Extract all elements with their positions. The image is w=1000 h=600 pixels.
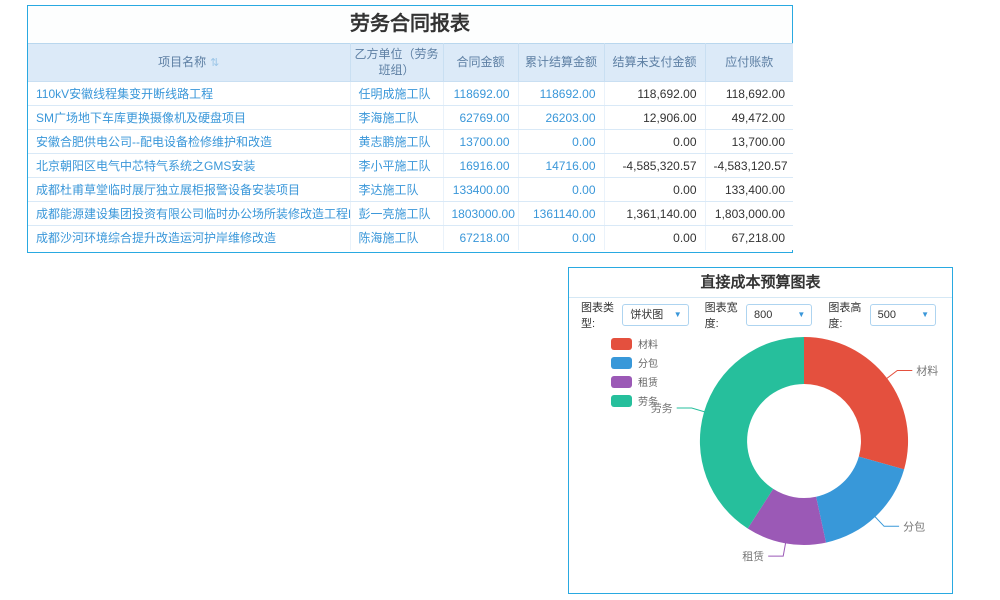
column-header-label: 项目名称 <box>158 55 206 69</box>
cell-settled-amount: 14716.00 <box>518 154 604 178</box>
table-row: 成都能源建设集团投资有限公司临时办公场所装修改造工程EPC彭一亮施工队18030… <box>28 202 793 226</box>
cell-payable: 49,472.00 <box>705 106 793 130</box>
legend-item[interactable]: 租赁 <box>611 372 658 391</box>
cell-contract-amount: 13700.00 <box>443 130 518 154</box>
legend-label: 租赁 <box>638 374 658 389</box>
pie-label-line <box>886 371 912 379</box>
cell-contractor: 李小平施工队 <box>350 154 443 178</box>
cell-contract-amount: 62769.00 <box>443 106 518 130</box>
cell-payable: -4,583,120.57 <box>705 154 793 178</box>
pie-label-line <box>768 542 786 556</box>
report-table-body: 110kV安徽线程集变开断线路工程任明成施工队118692.00118692.0… <box>28 82 793 250</box>
donut-chart: 材料分包租赁劳务 <box>569 268 954 563</box>
legend-label: 劳务 <box>638 393 658 408</box>
cell-contract-amount: 118692.00 <box>443 82 518 106</box>
cell-contract-amount: 1803000.00 <box>443 202 518 226</box>
legend-item[interactable]: 劳务 <box>611 391 658 410</box>
cell-payable: 1,803,000.00 <box>705 202 793 226</box>
report-title: 劳务合同报表 <box>28 6 792 43</box>
pie-label-line <box>677 408 706 412</box>
cell-project-name[interactable]: 成都能源建设集团投资有限公司临时办公场所装修改造工程EPC <box>28 202 350 226</box>
legend-swatch <box>611 357 632 369</box>
pie-label: 分包 <box>903 520 925 533</box>
cell-project-name[interactable]: SM广场地下车库更换摄像机及硬盘项目 <box>28 106 350 130</box>
column-header-payable: 应付账款 <box>705 44 793 82</box>
cell-settled-amount: 118692.00 <box>518 82 604 106</box>
cell-unpaid-amount: 0.00 <box>604 130 705 154</box>
sort-icon[interactable]: ⇅ <box>210 57 219 69</box>
cell-payable: 67,218.00 <box>705 226 793 250</box>
legend-item[interactable]: 材料 <box>611 334 658 353</box>
pie-label: 材料 <box>916 364 938 378</box>
table-row: 成都杜甫草堂临时展厅独立展柜报警设备安装项目李达施工队133400.000.00… <box>28 178 793 202</box>
table-row: 安徽合肥供电公司--配电设备检修维护和改造黄志鹏施工队13700.000.000… <box>28 130 793 154</box>
cell-payable: 133,400.00 <box>705 178 793 202</box>
cell-contract-amount: 67218.00 <box>443 226 518 250</box>
pie-slice[interactable] <box>804 337 908 469</box>
column-header-contract-amount: 合同金额 <box>443 44 518 82</box>
legend-swatch <box>611 376 632 388</box>
cell-project-name[interactable]: 成都杜甫草堂临时展厅独立展柜报警设备安装项目 <box>28 178 350 202</box>
cell-unpaid-amount: 0.00 <box>604 226 705 250</box>
cell-settled-amount: 0.00 <box>518 226 604 250</box>
pie-label: 租赁 <box>742 549 764 563</box>
cell-contractor: 黄志鹏施工队 <box>350 130 443 154</box>
cell-contractor: 李达施工队 <box>350 178 443 202</box>
cell-contractor: 彭一亮施工队 <box>350 202 443 226</box>
labor-contract-report-panel: 劳务合同报表 项目名称 ⇅ 乙方单位（劳务班组） 合同金额 累计结算金额 结算未支… <box>27 5 793 253</box>
cell-contractor: 李海施工队 <box>350 106 443 130</box>
cell-unpaid-amount: 12,906.00 <box>604 106 705 130</box>
report-table: 项目名称 ⇅ 乙方单位（劳务班组） 合同金额 累计结算金额 结算未支付金额 应付账… <box>28 43 793 250</box>
cell-project-name[interactable]: 成都沙河环境综合提升改造运河护岸维修改造 <box>28 226 350 250</box>
cell-project-name[interactable]: 110kV安徽线程集变开断线路工程 <box>28 82 350 106</box>
chart-legend: 材料分包租赁劳务 <box>611 334 658 410</box>
cell-payable: 118,692.00 <box>705 82 793 106</box>
cell-unpaid-amount: 118,692.00 <box>604 82 705 106</box>
column-header-contractor: 乙方单位（劳务班组） <box>350 44 443 82</box>
cell-contractor: 任明成施工队 <box>350 82 443 106</box>
legend-label: 分包 <box>638 355 658 370</box>
cell-project-name[interactable]: 安徽合肥供电公司--配电设备检修维护和改造 <box>28 130 350 154</box>
cell-settled-amount: 0.00 <box>518 178 604 202</box>
legend-swatch <box>611 395 632 407</box>
table-row: 成都沙河环境综合提升改造运河护岸维修改造陈海施工队67218.000.000.0… <box>28 226 793 250</box>
table-row: SM广场地下车库更换摄像机及硬盘项目李海施工队62769.0026203.001… <box>28 106 793 130</box>
table-row: 110kV安徽线程集变开断线路工程任明成施工队118692.00118692.0… <box>28 82 793 106</box>
legend-item[interactable]: 分包 <box>611 353 658 372</box>
cell-settled-amount: 26203.00 <box>518 106 604 130</box>
cell-project-name[interactable]: 北京朝阳区电气中芯特气系统之GMS安装 <box>28 154 350 178</box>
cell-contractor: 陈海施工队 <box>350 226 443 250</box>
direct-cost-chart-panel: 直接成本预算图表 图表类型: 饼状图 ▼ 图表宽度: 800 ▼ 图表高度: 5 <box>568 267 953 594</box>
column-header-project-name[interactable]: 项目名称 ⇅ <box>28 44 350 82</box>
cell-settled-amount: 0.00 <box>518 130 604 154</box>
column-header-settled-amount: 累计结算金额 <box>518 44 604 82</box>
pie-slice[interactable] <box>816 457 904 543</box>
cell-unpaid-amount: -4,585,320.57 <box>604 154 705 178</box>
page: 劳务合同报表 项目名称 ⇅ 乙方单位（劳务班组） 合同金额 累计结算金额 结算未支… <box>0 0 1000 600</box>
column-header-unpaid-amount: 结算未支付金额 <box>604 44 705 82</box>
table-row: 北京朝阳区电气中芯特气系统之GMS安装李小平施工队16916.0014716.0… <box>28 154 793 178</box>
cell-settled-amount: 1361140.00 <box>518 202 604 226</box>
legend-label: 材料 <box>638 336 658 351</box>
cell-unpaid-amount: 1,361,140.00 <box>604 202 705 226</box>
cell-payable: 13,700.00 <box>705 130 793 154</box>
report-table-header: 项目名称 ⇅ 乙方单位（劳务班组） 合同金额 累计结算金额 结算未支付金额 应付账… <box>28 44 793 82</box>
legend-swatch <box>611 338 632 350</box>
cell-unpaid-amount: 0.00 <box>604 178 705 202</box>
pie-label-line <box>875 516 900 526</box>
cell-contract-amount: 133400.00 <box>443 178 518 202</box>
cell-contract-amount: 16916.00 <box>443 154 518 178</box>
